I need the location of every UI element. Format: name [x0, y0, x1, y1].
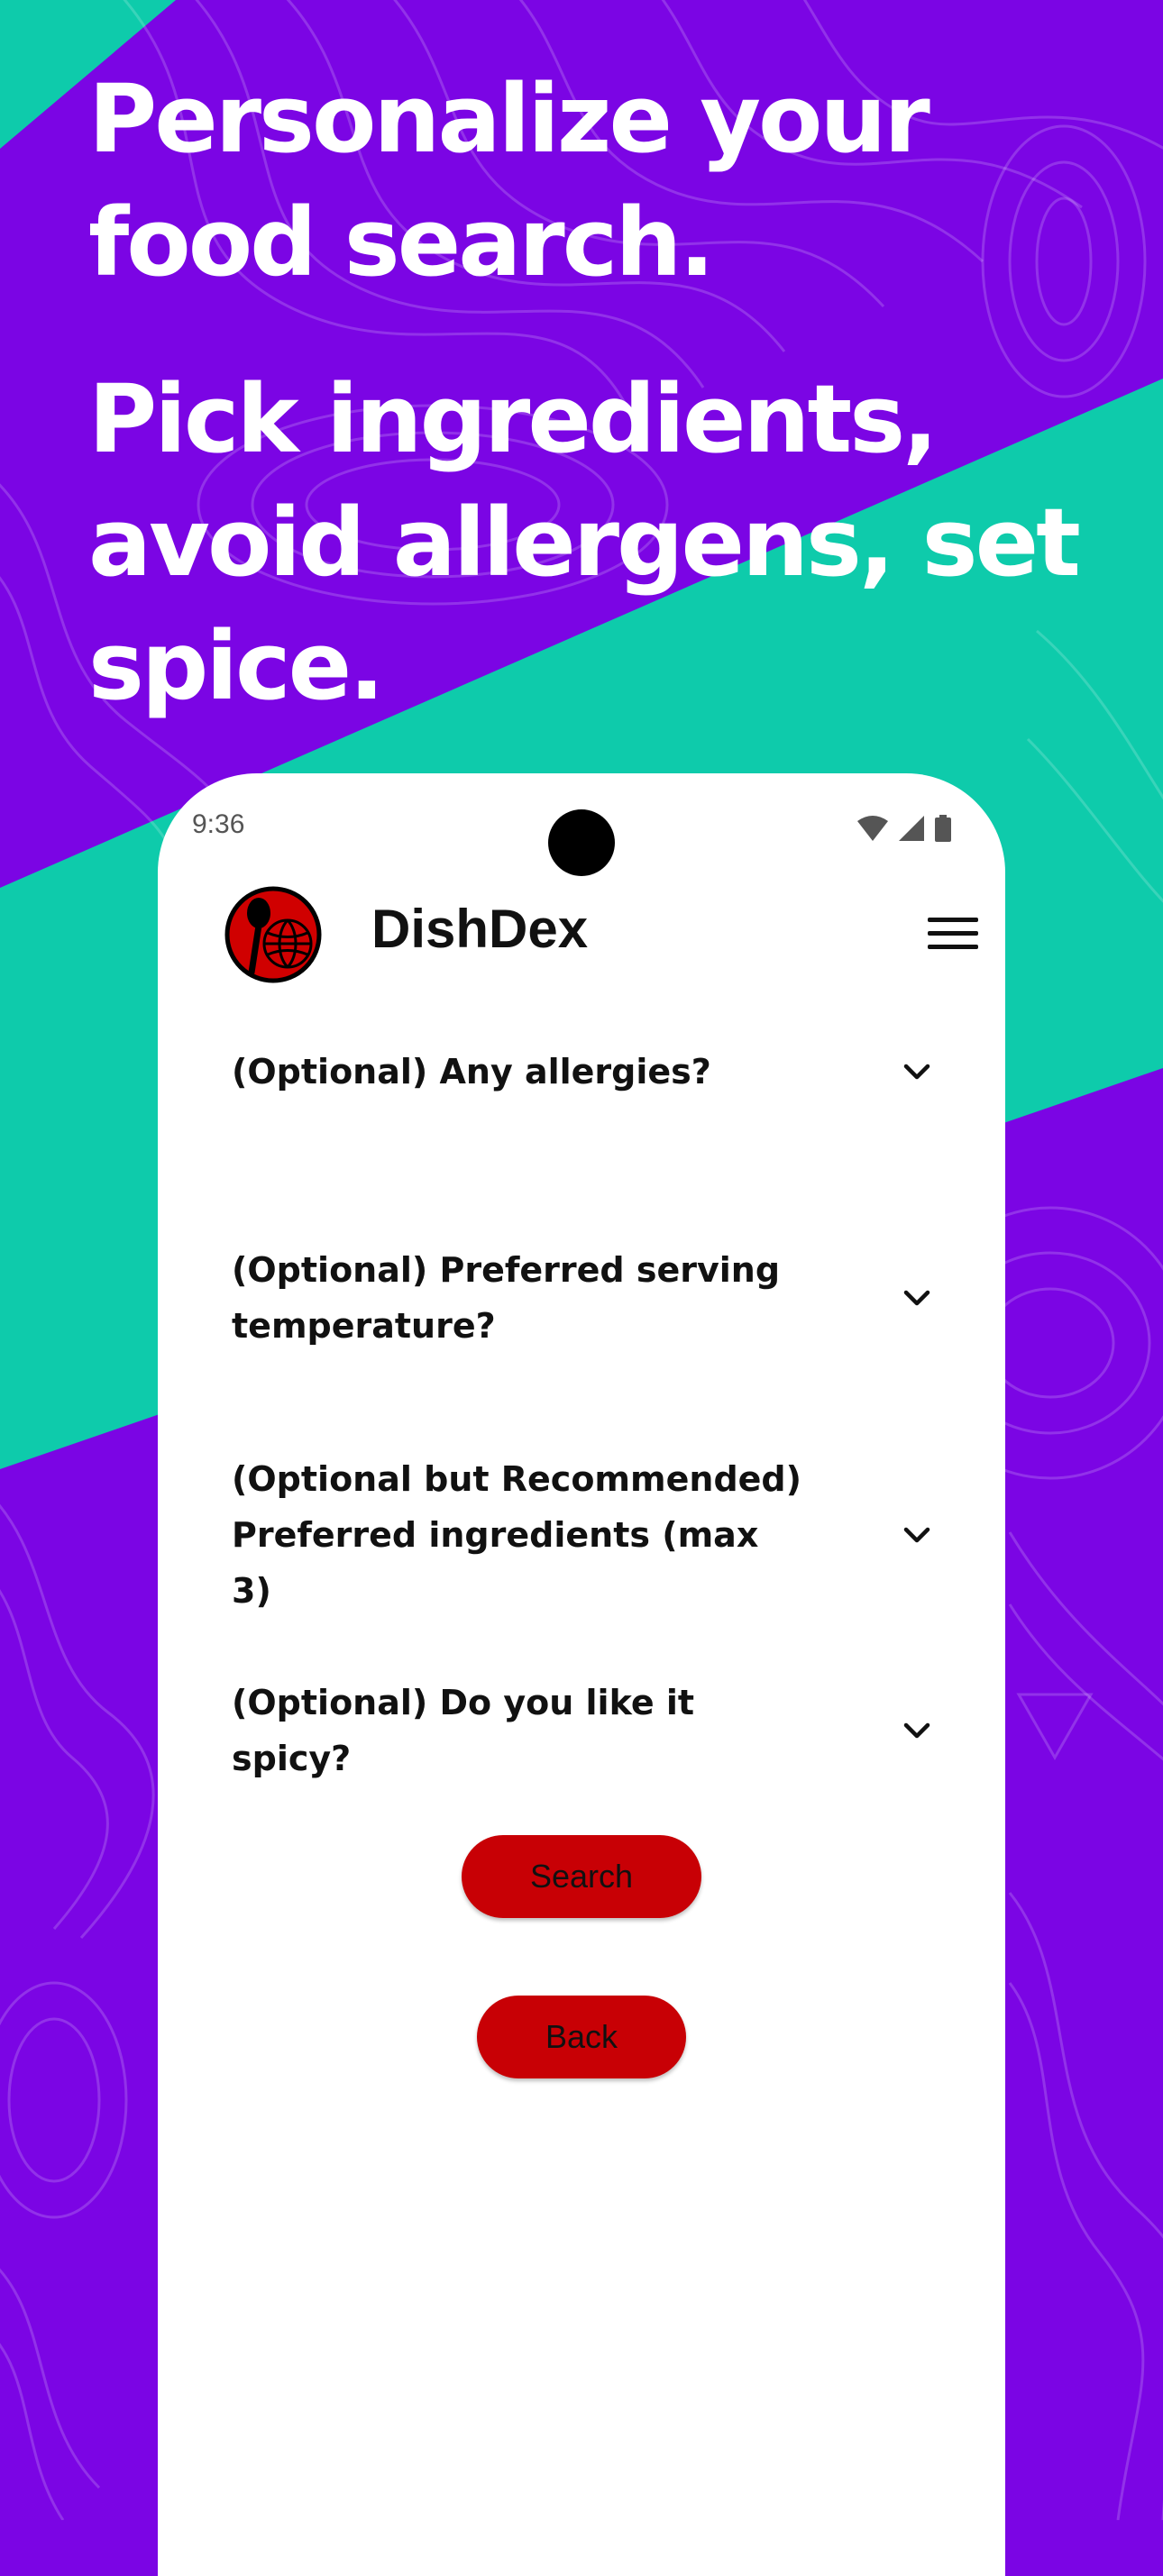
status-icons [857, 815, 951, 842]
question-serving-temperature[interactable]: (Optional) Preferred serving temperature… [232, 1242, 953, 1354]
chevron-down-icon [903, 1527, 930, 1543]
app-bar: DishDex [158, 872, 1005, 990]
question-spicy[interactable]: (Optional) Do you like it spicy? [232, 1675, 953, 1786]
chevron-down-icon [903, 1722, 930, 1739]
hamburger-menu-icon[interactable] [926, 907, 980, 961]
marketing-headline-2: Pick ingredients, avoid allergens, set s… [88, 364, 1081, 721]
question-allergies[interactable]: (Optional) Any allergies? [232, 1044, 953, 1100]
signal-icon [899, 816, 924, 841]
app-title: DishDex [371, 899, 589, 959]
status-time: 9:36 [192, 809, 245, 839]
battery-icon [935, 815, 951, 842]
camera-cutout [548, 809, 615, 876]
dishdex-logo [224, 886, 322, 983]
question-label: (Optional) Preferred serving temperature… [232, 1250, 781, 1346]
search-button[interactable]: Search [462, 1835, 701, 1918]
chevron-down-icon [903, 1064, 930, 1080]
back-button[interactable]: Back [477, 1996, 686, 2078]
question-label: (Optional) Do you like it spicy? [232, 1683, 695, 1778]
chevron-down-icon [903, 1290, 930, 1306]
wifi-icon [857, 816, 888, 841]
phone-screen: 9:36 DishDex (Optional) Any allergies? (… [158, 773, 1005, 2576]
question-label: (Optional but Recommended) Preferred ing… [232, 1459, 801, 1611]
question-label: (Optional) Any allergies? [232, 1052, 711, 1092]
marketing-headline-1: Personalize your food search. [88, 64, 930, 297]
question-preferred-ingredients[interactable]: (Optional but Recommended) Preferred ing… [232, 1451, 953, 1619]
